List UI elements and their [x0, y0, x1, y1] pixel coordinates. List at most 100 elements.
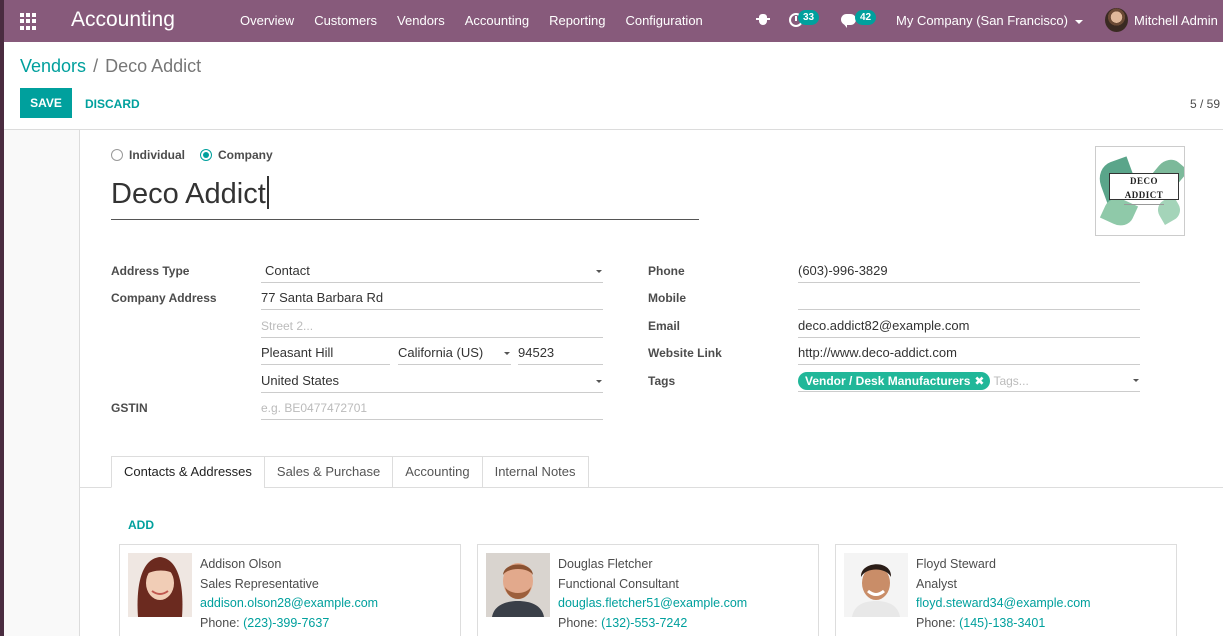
contact-card[interactable]: Douglas Fletcher Functional Consultant d… [477, 544, 819, 636]
email-label: Email [648, 319, 681, 333]
notebook-tabs: Contacts & Addresses Sales & Purchase Ac… [111, 456, 589, 488]
contact-email[interactable]: douglas.fletcher51@example.com [558, 594, 747, 614]
app-brand[interactable]: Accounting [71, 8, 175, 32]
contact-email[interactable]: addison.olson28@example.com [200, 594, 378, 614]
breadcrumb: Vendors / Deco Addict [20, 56, 201, 77]
partner-name-input[interactable]: Deco Addict [111, 176, 699, 220]
radio-company-circle[interactable] [200, 149, 212, 161]
mobile-input[interactable] [798, 288, 1140, 310]
contact-phone-row: Phone: (145)-138-3401 [916, 614, 1091, 634]
contact-info: Addison Olson Sales Representative addis… [200, 555, 378, 633]
country-value: United States [261, 373, 340, 388]
message-count-badge: 42 [855, 10, 877, 25]
tags-input[interactable]: Vendor / Desk Manufacturers ✖ Tags... [798, 370, 1140, 392]
top-navbar: Accounting Overview Customers Vendors Ac… [0, 0, 1223, 42]
menu-customers[interactable]: Customers [314, 13, 377, 28]
tag-remove-icon[interactable]: ✖ [974, 374, 984, 388]
activity-count-badge: 33 [798, 10, 820, 25]
email-input[interactable]: deco.addict82@example.com [798, 316, 1140, 338]
contact-title: Functional Consultant [558, 576, 679, 591]
street2-placeholder: Street 2... [261, 319, 314, 333]
menu-accounting[interactable]: Accounting [465, 13, 529, 28]
logo-underline [1124, 204, 1164, 205]
tab-accounting[interactable]: Accounting [392, 456, 482, 488]
contact-phone-row: Phone: (132)-553-7242 [558, 614, 747, 634]
discard-button[interactable]: DISCARD [85, 97, 140, 111]
tags-placeholder: Tags... [993, 373, 1029, 388]
city-input[interactable]: Pleasant Hill [261, 343, 390, 365]
radio-company[interactable]: Company [200, 148, 273, 162]
address-type-label: Address Type [111, 264, 190, 278]
zip-value: 94523 [518, 345, 555, 360]
apps-menu-icon[interactable] [20, 13, 37, 30]
phone-input[interactable]: (603)-996-3829 [798, 261, 1140, 283]
tab-sales-purchase[interactable]: Sales & Purchase [263, 456, 393, 488]
contact-phone[interactable]: (223)-399-7637 [243, 616, 329, 630]
dropdown-caret-icon [1133, 379, 1139, 382]
street-input[interactable]: 77 Santa Barbara Rd [261, 288, 603, 310]
contact-card[interactable]: Floyd Steward Analyst floyd.steward34@ex… [835, 544, 1177, 636]
breadcrumb-current: Deco Addict [105, 56, 202, 76]
tag-vendor-desk-manufacturers[interactable]: Vendor / Desk Manufacturers ✖ [798, 371, 991, 390]
email-value: deco.addict82@example.com [798, 318, 970, 333]
user-avatar[interactable] [1105, 8, 1128, 32]
contact-photo [844, 553, 908, 617]
company-name: My Company (San Francisco) [896, 13, 1068, 28]
dropdown-caret-icon [504, 352, 510, 355]
contact-info: Douglas Fletcher Functional Consultant d… [558, 555, 747, 633]
contact-card[interactable]: Addison Olson Sales Representative addis… [119, 544, 461, 636]
contact-email[interactable]: floyd.steward34@example.com [916, 594, 1091, 614]
company-logo-image[interactable]: DECO ADDICT [1095, 146, 1185, 236]
caret-down-icon [1074, 19, 1083, 24]
contact-phone[interactable]: (145)-138-3401 [959, 616, 1045, 630]
dropdown-caret-icon [596, 380, 602, 383]
radio-company-label: Company [218, 148, 273, 162]
phone-label: Phone [648, 264, 685, 278]
state-select[interactable]: California (US) [398, 343, 511, 365]
website-value: http://www.deco-addict.com [798, 345, 957, 360]
menu-reporting[interactable]: Reporting [549, 13, 605, 28]
radio-individual-circle[interactable] [111, 149, 123, 161]
mobile-label: Mobile [648, 291, 686, 305]
pager-value[interactable]: 5 / 59 [1190, 97, 1220, 111]
menu-vendors[interactable]: Vendors [397, 13, 445, 28]
debug-bug-icon[interactable] [756, 12, 770, 28]
contact-title: Sales Representative [200, 576, 319, 591]
breadcrumb-separator: / [93, 56, 99, 76]
state-value: California (US) [398, 345, 484, 360]
tab-contacts-addresses[interactable]: Contacts & Addresses [111, 456, 264, 488]
window-left-edge [0, 0, 4, 636]
text-cursor [266, 176, 269, 209]
gstin-input[interactable]: e.g. BE0477472701 [261, 398, 603, 420]
company-address-label: Company Address [111, 291, 217, 305]
radio-individual[interactable]: Individual [111, 148, 185, 162]
logo-text: DECO ADDICT [1124, 176, 1164, 200]
dropdown-caret-icon [596, 270, 602, 273]
messages-chat-icon[interactable] [841, 14, 856, 28]
breadcrumb-vendors[interactable]: Vendors [20, 56, 86, 76]
contact-photo [486, 553, 550, 617]
phone-value: (603)-996-3829 [798, 263, 888, 278]
contact-name: Douglas Fletcher [558, 557, 653, 571]
save-button[interactable]: SAVE [20, 88, 72, 118]
add-contact-button[interactable]: ADD [128, 518, 154, 532]
address-type-select[interactable]: Contact [261, 261, 603, 283]
contact-phone[interactable]: (132)-553-7242 [601, 616, 687, 630]
tab-internal-notes[interactable]: Internal Notes [481, 456, 589, 488]
contact-photo [128, 553, 192, 617]
menu-configuration[interactable]: Configuration [625, 13, 702, 28]
contact-phone-label: Phone: [200, 615, 240, 630]
contact-name: Floyd Steward [916, 557, 996, 571]
company-switcher[interactable]: My Company (San Francisco) [896, 13, 1083, 28]
menu-overview[interactable]: Overview [240, 13, 294, 28]
user-menu[interactable]: Mitchell Admin [1134, 13, 1218, 28]
website-input[interactable]: http://www.deco-addict.com [798, 343, 1140, 365]
radio-individual-label: Individual [129, 148, 186, 162]
city-value: Pleasant Hill [261, 345, 334, 360]
website-label: Website Link [648, 346, 722, 360]
street2-input[interactable]: Street 2... [261, 316, 603, 338]
gstin-placeholder: e.g. BE0477472701 [261, 401, 368, 415]
zip-input[interactable]: 94523 [518, 343, 603, 365]
country-select[interactable]: United States [261, 371, 603, 393]
contact-phone-label: Phone: [916, 615, 956, 630]
